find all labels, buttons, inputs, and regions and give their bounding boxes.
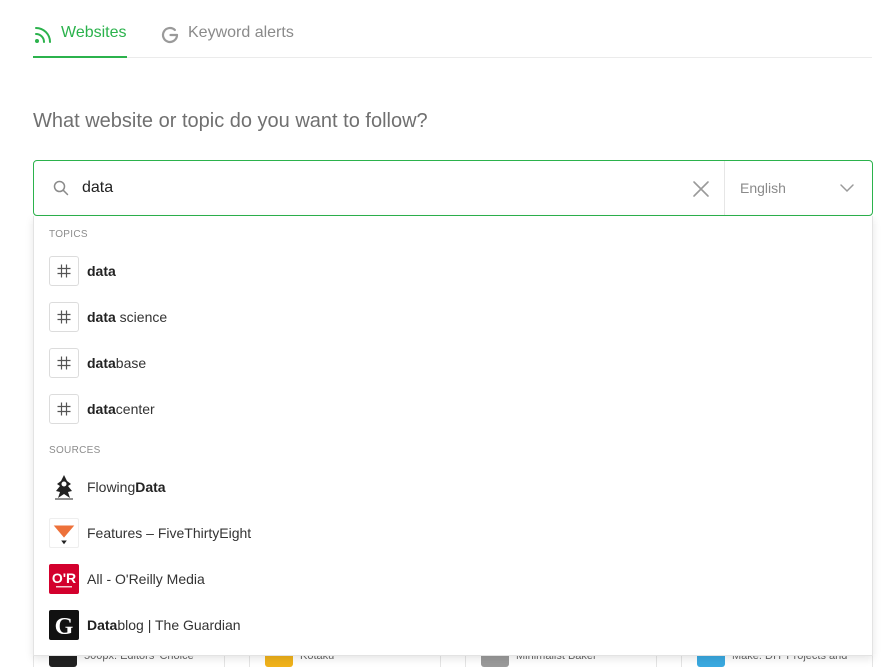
search-icon [53, 180, 69, 196]
sources-section-label: SOURCES [49, 445, 101, 456]
source-item[interactable]: O'R All - O'Reilly Media [49, 563, 859, 595]
language-label: English [740, 180, 786, 196]
flowingdata-logo [49, 472, 79, 502]
topic-label: data science [87, 309, 168, 325]
source-item[interactable]: Features – FiveThirtyEight [49, 517, 859, 549]
fivethirtyeight-logo [49, 518, 79, 548]
search-bar: English [33, 160, 873, 216]
tab-websites[interactable]: Websites [33, 24, 127, 58]
tab-keyword-alerts-label: Keyword alerts [188, 24, 294, 41]
topic-item[interactable]: data [49, 255, 859, 287]
source-label: Features – FiveThirtyEight [87, 525, 252, 541]
google-icon [161, 26, 179, 44]
source-label: Datablog | The Guardian [87, 617, 241, 633]
source-type-tabs: Websites Keyword alerts [33, 0, 872, 58]
source-label: All - O'Reilly Media [87, 571, 205, 587]
topic-item[interactable]: data science [49, 301, 859, 333]
hashtag-icon [49, 256, 79, 286]
svg-text:O'R: O'R [52, 570, 76, 586]
guardian-logo: G [49, 610, 79, 640]
topic-label: database [87, 355, 147, 371]
oreilly-logo: O'R [49, 564, 79, 594]
tab-websites-label: Websites [61, 24, 127, 41]
topic-label: datacenter [87, 401, 155, 417]
hashtag-icon [49, 302, 79, 332]
source-label: FlowingData [87, 479, 166, 495]
hashtag-icon [49, 394, 79, 424]
language-select[interactable]: English [725, 161, 872, 215]
hashtag-icon [49, 348, 79, 378]
rss-icon [35, 27, 51, 43]
suggestions-dropdown: TOPICS data data science database datace… [33, 216, 873, 656]
topic-label: data [87, 263, 116, 279]
topics-section-label: TOPICS [49, 229, 88, 240]
search-input[interactable] [82, 175, 642, 201]
page-question: What website or topic do you want to fol… [33, 110, 428, 132]
topic-item[interactable]: datacenter [49, 393, 859, 425]
source-item[interactable]: G Datablog | The Guardian [49, 609, 859, 641]
topic-item[interactable]: database [49, 347, 859, 379]
source-item[interactable]: FlowingData [49, 471, 859, 503]
tab-keyword-alerts[interactable]: Keyword alerts [160, 24, 294, 58]
chevron-down-icon [840, 184, 854, 193]
clear-search-icon[interactable] [690, 178, 712, 200]
svg-text:G: G [55, 614, 74, 640]
